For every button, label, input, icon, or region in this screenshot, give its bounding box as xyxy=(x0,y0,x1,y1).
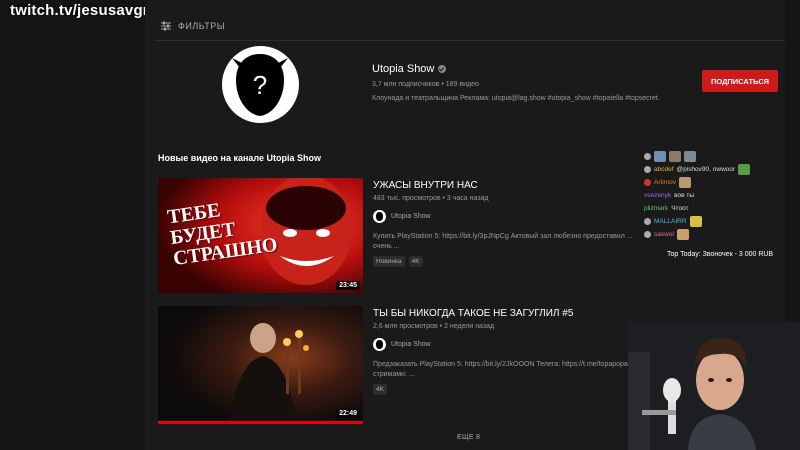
emote-icon xyxy=(669,151,681,162)
chat-message: plizmark Чтоот xyxy=(644,202,794,215)
video-description-line: стримами: ... xyxy=(373,371,415,378)
chat-message: Artimov xyxy=(644,176,794,189)
thumbnail-image xyxy=(158,306,363,421)
video-description-line: Предзаказать PlayStation 5: https://bit.… xyxy=(373,361,653,368)
emote-icon xyxy=(676,229,689,240)
svg-text:?: ? xyxy=(253,70,267,100)
video-channel[interactable]: Utopia Show xyxy=(373,338,431,351)
chat-username: plizmark xyxy=(644,205,669,212)
channel-avatar-small xyxy=(373,210,386,223)
badge-4k: 4K xyxy=(373,384,387,395)
chat-username: Artimov xyxy=(654,179,677,186)
chat-text: Чтоот xyxy=(671,205,689,212)
video-thumbnail[interactable]: 22:49 xyxy=(158,306,363,424)
subscribe-button[interactable]: ПОДПИСАТЬСЯ xyxy=(702,70,778,92)
chat-message: saxwol xyxy=(644,228,794,241)
filters-button[interactable]: ФИЛЬТРЫ xyxy=(160,20,225,32)
donation-top-today: Top Today: Звоночек - 3 000 RUB xyxy=(667,251,774,258)
chat-message: MALLAIRR xyxy=(644,215,794,228)
chat-message: vsezenyk вов ты xyxy=(644,189,794,202)
chat-text: @pishov90, nwwoor xyxy=(676,166,736,173)
divider xyxy=(155,40,785,41)
video-title[interactable]: УЖАСЫ ВНУТРИ НАС xyxy=(373,180,478,191)
video-meta: 483 тыс. просмотров • 3 часа назад xyxy=(373,195,489,202)
streamer-webcam xyxy=(628,322,800,450)
channel-name[interactable]: Utopia Show xyxy=(372,63,447,75)
filters-label: ФИЛЬТРЫ xyxy=(178,21,226,31)
video-badges: 4K xyxy=(373,384,387,395)
chat-username: abcdef xyxy=(654,166,674,173)
chat-message xyxy=(644,150,794,163)
section-title: Новые видео на канале Utopia Show xyxy=(158,153,321,163)
emote-icon xyxy=(684,151,696,162)
channel-description: Клоунада и театральщина Реклама: utopia@… xyxy=(372,95,660,102)
video-description-line: очень ... xyxy=(373,243,400,250)
chat-overlay: abcdef @pishov90, nwwoor Artimov vsezeny… xyxy=(644,150,794,241)
chat-username: vsezenyk xyxy=(644,192,672,199)
badge-icon xyxy=(644,179,651,186)
video-duration: 22:49 xyxy=(336,409,360,418)
video-badges: Новинка 4K xyxy=(373,256,423,267)
webcam-feed xyxy=(628,322,800,450)
chat-username: MALLAIRR xyxy=(654,218,687,225)
emote-icon xyxy=(689,216,702,227)
filter-icon xyxy=(161,21,171,31)
channel-avatar[interactable]: ? xyxy=(222,46,299,123)
emote-icon xyxy=(738,164,751,175)
stream-watermark: twitch.tv/jesusavgn xyxy=(10,2,153,19)
badge-icon xyxy=(644,153,651,160)
video-item[interactable]: 22:49 ТЫ БЫ НИКОГДА ТАКОЕ НЕ ЗАГУГЛИЛ #5… xyxy=(158,306,688,426)
video-description: Предзаказать PlayStation 5: https://bit.… xyxy=(373,360,653,380)
emote-icon xyxy=(654,151,666,162)
video-description: Купить PlayStation 5: https://bit.ly/3pJ… xyxy=(373,232,653,252)
channel-stats: 3,7 млн подписчиков • 189 видео xyxy=(372,81,479,88)
mask-question-icon: ? xyxy=(232,54,288,116)
badge-new: Новинка xyxy=(373,256,405,267)
channel-name-text: Utopia Show xyxy=(372,63,435,75)
chat-username: saxwol xyxy=(654,231,674,238)
chat-text: вов ты xyxy=(674,192,695,199)
chat-message: abcdef @pishov90, nwwoor xyxy=(644,163,794,176)
channel-avatar-small xyxy=(373,338,386,351)
video-meta: 2,6 млн просмотров • 2 недели назад xyxy=(373,323,495,330)
verified-icon xyxy=(438,65,447,73)
badge-4k: 4K xyxy=(408,256,423,267)
badge-icon xyxy=(644,231,651,238)
video-thumbnail[interactable]: ТЕБЕ БУДЕТ СТРАШНО 23:45 xyxy=(158,178,363,293)
video-duration: 23:45 xyxy=(336,281,360,290)
video-channel[interactable]: Utopia Show xyxy=(373,210,431,223)
video-item[interactable]: ТЕБЕ БУДЕТ СТРАШНО 23:45 УЖАСЫ ВНУТРИ НА… xyxy=(158,178,688,298)
emote-icon xyxy=(679,177,692,188)
video-channel-name: Utopia Show xyxy=(391,213,431,220)
show-more-button[interactable]: ЕЩЕ 8 xyxy=(457,434,480,441)
badge-icon xyxy=(644,218,651,225)
video-title[interactable]: ТЫ БЫ НИКОГДА ТАКОЕ НЕ ЗАГУГЛИЛ #5 xyxy=(373,308,573,319)
badge-icon xyxy=(644,166,651,173)
video-description-line: Купить PlayStation 5: https://bit.ly/3pJ… xyxy=(373,233,633,240)
video-channel-name: Utopia Show xyxy=(391,341,431,348)
